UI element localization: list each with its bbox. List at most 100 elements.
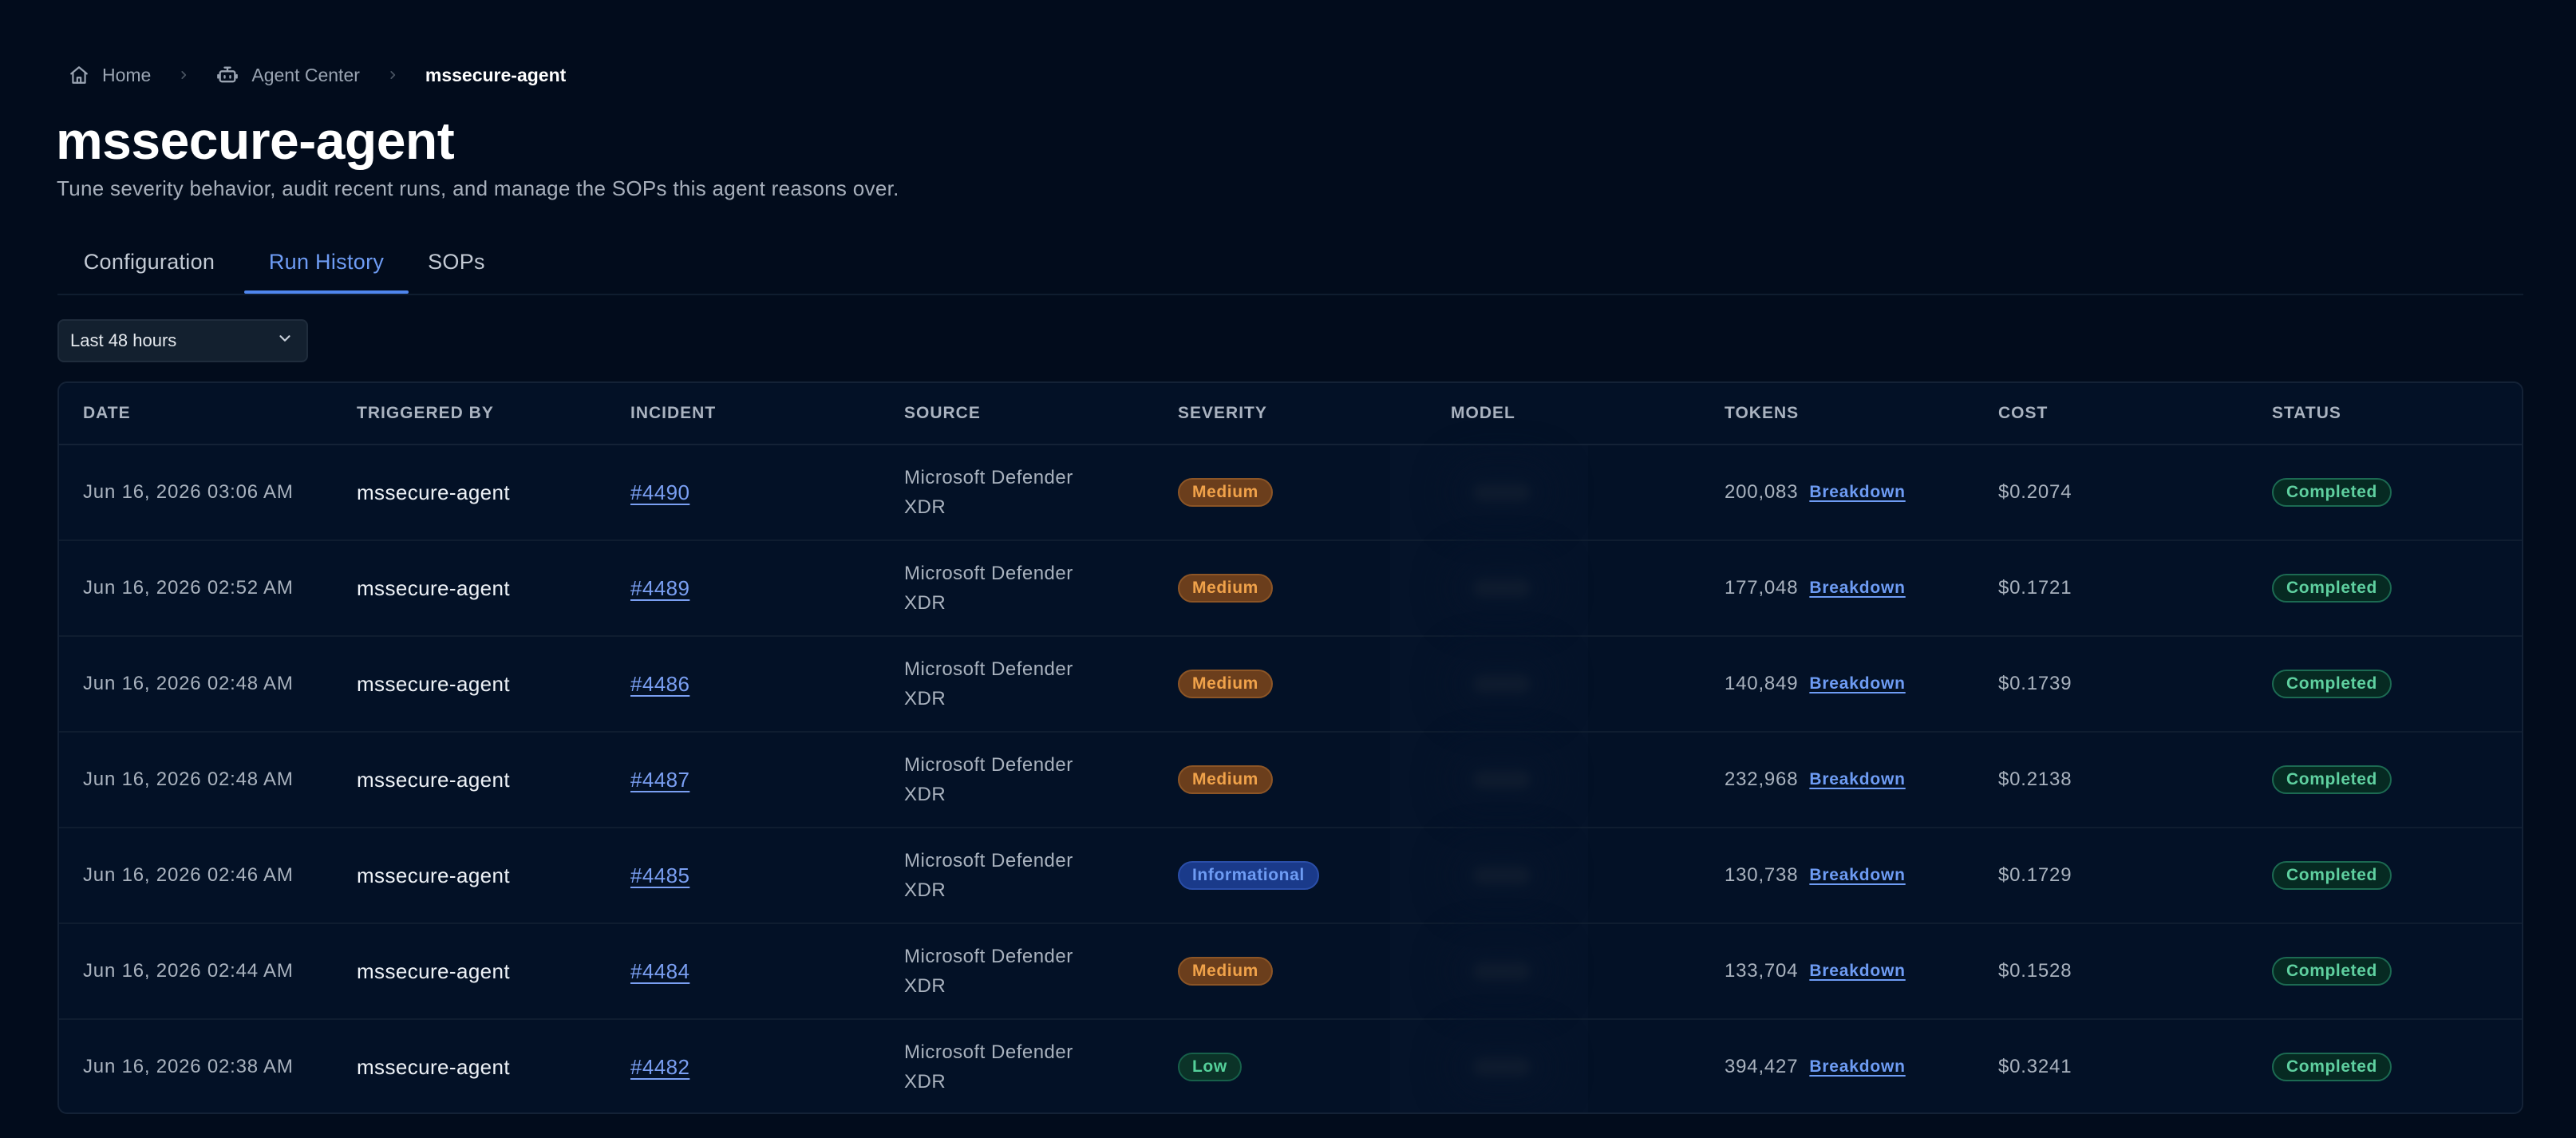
breadcrumb: Home Agent Center mssecure-agent [69,62,566,88]
status-cell: Completed [2272,828,2392,923]
column-header-tokens[interactable]: TOKENS [1725,383,1799,444]
tab-run-history[interactable]: Run History [244,231,409,294]
source-line-2: XDR [904,879,946,901]
column-header-triggered-by[interactable]: TRIGGERED BY [357,383,494,444]
tab-sops[interactable]: SOPs [409,231,504,292]
breakdown-link[interactable]: Breakdown [1809,866,1905,885]
breakdown-link[interactable]: Breakdown [1809,962,1905,981]
severity-badge: Medium [1178,670,1273,698]
breakdown-link[interactable]: Breakdown [1809,483,1905,502]
run-date: Jun 16, 2026 02:52 AM [83,577,294,599]
source-cell: Microsoft Defender XDR [904,733,1073,827]
breadcrumb-home-label: Home [102,64,152,85]
incident-link[interactable]: #4486 [630,672,689,697]
token-count: 140,849 [1725,673,1799,694]
breadcrumb-current: mssecure-agent [425,65,566,86]
breakdown-link[interactable]: Breakdown [1809,579,1905,598]
run-history-table: DATE TRIGGERED BY INCIDENT SOURCE SEVERI… [57,381,2523,1114]
status-cell: Completed [2272,733,2392,827]
breakdown-link[interactable]: Breakdown [1809,1057,1905,1077]
incident-link[interactable]: #4489 [630,576,689,601]
breadcrumb-agent-center[interactable]: Agent Center [216,64,360,86]
time-range-select[interactable]: Last 48 hours [57,319,308,362]
source-line-2: XDR [904,592,946,614]
source-line-1: Microsoft Defender [904,467,1073,488]
model-cell-redacted [1473,1020,1531,1112]
token-count: 200,083 [1725,481,1799,503]
breadcrumb-home[interactable]: Home [69,65,151,86]
column-header-date[interactable]: DATE [83,383,131,444]
run-date: Jun 16, 2026 02:48 AM [83,673,294,694]
severity-badge: Medium [1178,957,1273,986]
source-cell: Microsoft Defender XDR [904,828,1073,923]
column-header-incident[interactable]: INCIDENT [630,383,716,444]
triggered-by: mssecure-agent [357,1054,511,1079]
source-cell: Microsoft Defender XDR [904,637,1073,731]
severity-badge: Medium [1178,765,1273,794]
incident-cell: #4484 [630,924,689,1018]
table-row[interactable]: Jun 16, 2026 02:52 AM mssecure-agent #44… [59,541,2522,637]
incident-link[interactable]: #4485 [630,863,689,888]
incident-cell: #4490 [630,445,689,539]
run-date: Jun 16, 2026 02:38 AM [83,1056,294,1077]
severity-cell: Medium [1178,445,1273,539]
tab-configuration[interactable]: Configuration [57,231,241,292]
table-row[interactable]: Jun 16, 2026 02:48 AM mssecure-agent #44… [59,637,2522,733]
page-subtitle: Tune severity behavior, audit recent run… [57,176,899,200]
severity-cell: Medium [1178,637,1273,731]
redacted-model-value [1473,771,1531,788]
triggered-by: mssecure-agent [357,863,511,887]
run-cost: $0.1528 [1998,960,2072,982]
token-count: 133,704 [1725,960,1799,982]
chevron-down-icon [276,330,294,352]
incident-cell: #4482 [630,1020,689,1112]
source-cell: Microsoft Defender XDR [904,541,1073,635]
breakdown-link[interactable]: Breakdown [1809,770,1905,789]
table-row[interactable]: Jun 16, 2026 02:44 AM mssecure-agent #44… [59,924,2522,1020]
status-cell: Completed [2272,924,2392,1018]
source-cell: Microsoft Defender XDR [904,1020,1073,1112]
tokens-cell: 200,083 Breakdown [1725,445,1906,539]
table-row[interactable]: Jun 16, 2026 02:38 AM mssecure-agent #44… [59,1020,2522,1112]
severity-badge: Medium [1178,478,1273,507]
table-row[interactable]: Jun 16, 2026 02:48 AM mssecure-agent #44… [59,733,2522,828]
tokens-cell: 140,849 Breakdown [1725,637,1906,731]
severity-cell: Medium [1178,541,1273,635]
incident-link[interactable]: #4482 [630,1055,689,1080]
model-cell-redacted [1473,924,1531,1018]
table-row[interactable]: Jun 16, 2026 02:46 AM mssecure-agent #44… [59,828,2522,924]
model-cell-redacted [1473,445,1531,539]
incident-link[interactable]: #4490 [630,480,689,505]
severity-cell: Informational [1178,828,1319,923]
column-header-status[interactable]: STATUS [2272,383,2341,444]
redacted-model-value [1473,579,1531,597]
source-line-1: Microsoft Defender [904,850,1073,871]
column-header-source[interactable]: SOURCE [904,383,981,444]
breakdown-link[interactable]: Breakdown [1809,674,1905,693]
table-row[interactable]: Jun 16, 2026 03:06 AM mssecure-agent #44… [59,445,2522,541]
status-badge: Completed [2272,574,2392,603]
source-line-2: XDR [904,688,946,709]
severity-badge: Medium [1178,574,1273,603]
incident-link[interactable]: #4484 [630,959,689,984]
column-header-model[interactable]: MODEL [1451,383,1515,444]
column-header-cost[interactable]: COST [1998,383,2048,444]
run-cost: $0.2138 [1998,769,2072,790]
severity-cell: Medium [1178,924,1273,1018]
status-cell: Completed [2272,637,2392,731]
chevron-right-icon [387,69,398,81]
triggered-by: mssecure-agent [357,767,511,792]
status-badge: Completed [2272,765,2392,794]
incident-link[interactable]: #4487 [630,768,689,792]
status-cell: Completed [2272,541,2392,635]
run-date: Jun 16, 2026 02:48 AM [83,769,294,790]
run-date: Jun 16, 2026 02:44 AM [83,960,294,982]
triggered-by: mssecure-agent [357,958,511,983]
source-line-1: Microsoft Defender [904,1041,1073,1063]
run-cost: $0.1739 [1998,673,2072,694]
column-header-severity[interactable]: SEVERITY [1178,383,1267,444]
tokens-cell: 130,738 Breakdown [1725,828,1906,923]
status-cell: Completed [2272,1020,2392,1112]
run-date: Jun 16, 2026 03:06 AM [83,481,294,503]
token-count: 232,968 [1725,769,1799,790]
